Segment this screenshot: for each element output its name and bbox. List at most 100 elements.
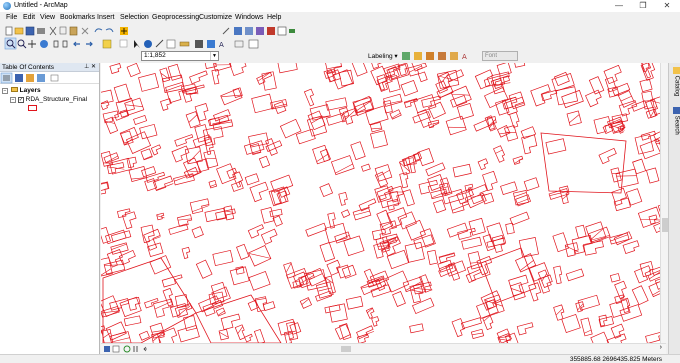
building-footprint bbox=[303, 88, 315, 107]
full-extent-icon[interactable] bbox=[40, 40, 48, 48]
model-builder-icon[interactable] bbox=[289, 29, 295, 33]
layers-group-row[interactable]: − Layers bbox=[2, 87, 41, 94]
menu-customize[interactable]: Customize bbox=[199, 14, 232, 21]
horizontal-scroll-thumb[interactable] bbox=[341, 346, 351, 352]
menu-bookmarks[interactable]: Bookmarks bbox=[60, 14, 95, 21]
building-footprint bbox=[482, 314, 494, 331]
building-footprint bbox=[530, 84, 551, 107]
pause-drawing-icon[interactable] bbox=[133, 346, 138, 352]
catalog-window-icon[interactable] bbox=[245, 27, 253, 35]
label-options-icon[interactable]: A bbox=[462, 53, 467, 61]
find-icon[interactable] bbox=[195, 40, 203, 48]
layer-row[interactable]: − ✓ RDA_Structure_Final bbox=[10, 96, 87, 103]
building-footprint bbox=[461, 236, 482, 250]
new-document-icon[interactable] bbox=[5, 26, 13, 36]
zoom-out-icon[interactable] bbox=[17, 39, 27, 49]
maximize-button[interactable]: ❐ bbox=[636, 1, 650, 10]
measure-icon[interactable] bbox=[179, 41, 190, 47]
minimize-button[interactable]: — bbox=[612, 1, 626, 10]
pan-icon[interactable] bbox=[28, 40, 36, 48]
go-to-xy-icon[interactable]: A bbox=[219, 41, 224, 49]
save-icon[interactable] bbox=[25, 26, 35, 36]
catalog-tab[interactable]: Catalog bbox=[670, 67, 680, 96]
view-unplaced-labels-icon[interactable] bbox=[450, 52, 458, 60]
editor-toolbar-icon[interactable] bbox=[222, 27, 230, 35]
building-footprint bbox=[457, 227, 476, 240]
find-route-icon[interactable] bbox=[207, 40, 215, 48]
label-weight-icon[interactable] bbox=[438, 52, 446, 60]
scroll-right-icon[interactable]: › bbox=[660, 344, 662, 351]
building-footprint bbox=[204, 207, 227, 223]
scroll-left-icon[interactable] bbox=[143, 346, 147, 352]
open-icon[interactable] bbox=[14, 27, 24, 35]
delete-icon[interactable] bbox=[81, 27, 89, 35]
search-window-icon[interactable] bbox=[256, 27, 264, 35]
list-by-source-icon[interactable] bbox=[15, 74, 23, 82]
create-viewer-icon[interactable] bbox=[248, 39, 259, 49]
cut-icon[interactable] bbox=[49, 26, 57, 36]
menu-insert[interactable]: Insert bbox=[97, 14, 115, 21]
menu-view[interactable]: View bbox=[40, 14, 55, 21]
select-elements-icon[interactable] bbox=[134, 40, 140, 48]
building-footprint bbox=[389, 109, 402, 120]
table-of-contents-icon[interactable] bbox=[234, 27, 242, 35]
arctoolbox-icon[interactable] bbox=[267, 27, 275, 35]
map-scale-input[interactable]: 1:1,852 ▼ bbox=[141, 51, 219, 61]
building-footprint bbox=[265, 138, 278, 156]
fixed-zoom-out-icon[interactable] bbox=[62, 40, 68, 48]
collapse-icon[interactable]: − bbox=[2, 88, 8, 94]
menu-help[interactable]: Help bbox=[267, 14, 281, 21]
identify-icon[interactable] bbox=[144, 40, 152, 48]
building-footprint bbox=[195, 259, 213, 279]
building-footprint bbox=[251, 93, 274, 114]
building-footprint bbox=[138, 73, 160, 92]
fixed-zoom-in-icon[interactable] bbox=[53, 40, 59, 48]
label-manager-icon[interactable] bbox=[402, 52, 410, 60]
pin-icon[interactable]: ⊥ bbox=[84, 64, 89, 70]
font-name-dropdown[interactable]: Font bbox=[482, 51, 518, 61]
add-data-icon[interactable] bbox=[120, 27, 128, 35]
list-by-selection-icon[interactable] bbox=[37, 74, 45, 82]
time-slider-icon[interactable] bbox=[234, 40, 244, 48]
map-vertical-scrollbar[interactable] bbox=[660, 63, 668, 343]
select-features-icon[interactable] bbox=[102, 39, 112, 49]
toc-title: Table Of Contents bbox=[2, 64, 55, 71]
parcel-outline bbox=[540, 132, 627, 194]
lock-labels-icon[interactable] bbox=[414, 52, 422, 60]
collapse-icon[interactable]: − bbox=[10, 97, 16, 103]
refresh-icon[interactable] bbox=[123, 345, 131, 353]
redo-icon[interactable] bbox=[105, 28, 114, 33]
data-view-icon[interactable] bbox=[104, 346, 110, 352]
clear-selection-icon[interactable] bbox=[119, 39, 128, 48]
building-footprint bbox=[306, 115, 328, 137]
map-horizontal-scrollbar[interactable]: › bbox=[101, 343, 666, 354]
menu-selection[interactable]: Selection bbox=[120, 14, 149, 21]
menu-windows[interactable]: Windows bbox=[235, 14, 263, 21]
chevron-down-icon[interactable]: ▼ bbox=[210, 52, 218, 60]
close-button[interactable]: ✕ bbox=[660, 1, 674, 10]
label-priority-icon[interactable] bbox=[426, 52, 434, 60]
toc-close-icon[interactable]: ✕ bbox=[91, 64, 96, 70]
toc-options-icon[interactable] bbox=[50, 74, 59, 82]
back-extent-icon[interactable] bbox=[73, 41, 80, 47]
html-popup-icon[interactable] bbox=[166, 39, 176, 49]
building-footprint bbox=[400, 80, 419, 97]
python-window-icon[interactable] bbox=[277, 26, 287, 36]
undo-icon[interactable] bbox=[94, 28, 103, 33]
menu-file[interactable]: File bbox=[6, 14, 17, 21]
map-canvas[interactable] bbox=[101, 63, 666, 343]
layer-symbol-swatch[interactable] bbox=[28, 105, 37, 111]
list-by-visibility-icon[interactable] bbox=[26, 74, 34, 82]
building-footprint bbox=[327, 212, 336, 229]
forward-extent-icon[interactable] bbox=[86, 41, 93, 47]
layer-visibility-checkbox[interactable]: ✓ bbox=[17, 97, 24, 103]
menu-geoprocessing[interactable]: Geoprocessing bbox=[152, 14, 199, 21]
layout-view-icon[interactable] bbox=[112, 345, 120, 353]
paste-icon[interactable] bbox=[69, 26, 78, 36]
hyperlink-icon[interactable] bbox=[155, 39, 164, 48]
menu-edit[interactable]: Edit bbox=[23, 14, 35, 21]
search-tab[interactable]: Search bbox=[670, 107, 680, 135]
print-icon[interactable] bbox=[37, 28, 45, 34]
copy-icon[interactable] bbox=[59, 26, 67, 35]
labeling-menu[interactable]: Labeling ▾ bbox=[368, 53, 398, 60]
